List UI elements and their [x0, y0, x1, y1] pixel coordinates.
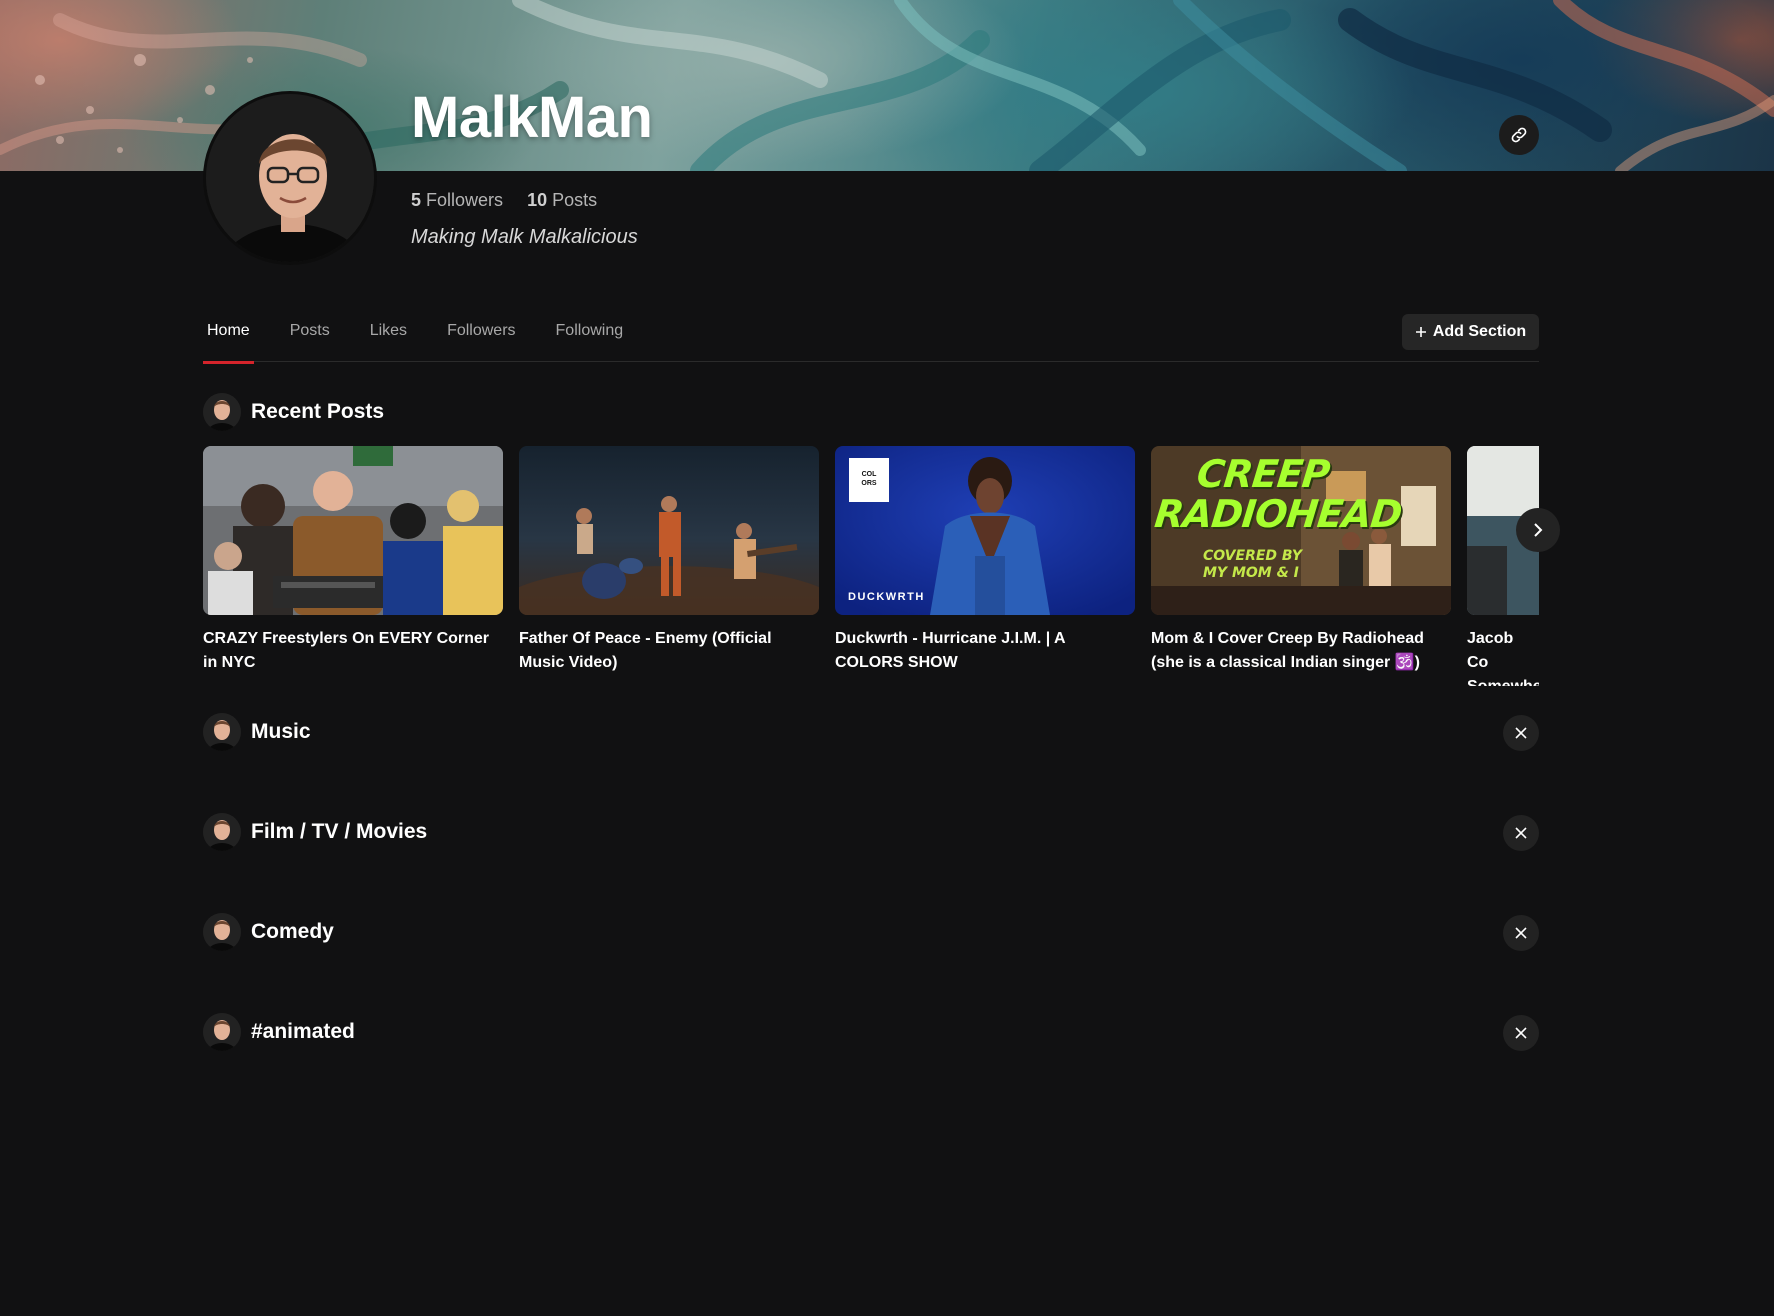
avatar-image: [206, 94, 374, 262]
section-title: Music: [251, 720, 311, 743]
post-title[interactable]: Mom & I Cover Creep By Radiohead (she is…: [1151, 627, 1451, 675]
followers-label: Followers: [426, 190, 504, 210]
tab-posts[interactable]: Posts: [286, 305, 334, 361]
thumb-title-text: CREEP RADIOHEAD: [1152, 452, 1408, 536]
add-section-label: Add Section: [1432, 323, 1527, 340]
post-card[interactable]: Jacob Co Somewhe: [1467, 446, 1539, 686]
post-title[interactable]: Jacob Co Somewhe: [1467, 627, 1539, 686]
section-header-animated: #animated: [203, 1013, 355, 1051]
section-title: #animated: [251, 1020, 355, 1043]
post-title[interactable]: CRAZY Freestylers On EVERY Corner in NYC: [203, 627, 503, 675]
post-thumbnail[interactable]: COL ORS DUCKWRTH: [835, 446, 1135, 615]
remove-section-button[interactable]: [1503, 815, 1539, 851]
profile-tabs: Home Posts Likes Followers Following: [203, 305, 1539, 364]
followers-stat[interactable]: 5 Followers: [411, 190, 503, 211]
remove-section-button[interactable]: [1503, 715, 1539, 751]
profile-avatar[interactable]: [203, 91, 377, 265]
colors-logo-text: COL ORS: [861, 471, 877, 487]
profile-bio: Making Malk Malkalicious: [411, 226, 638, 248]
followers-count: 5: [411, 190, 422, 210]
profile-stats: 5 Followers 10 Posts: [411, 190, 597, 211]
remove-section-button[interactable]: [1503, 1015, 1539, 1051]
posts-count: 10: [527, 190, 548, 210]
tab-followers[interactable]: Followers: [443, 305, 519, 361]
plus-icon: [1415, 327, 1426, 337]
section-title: Film / TV / Movies: [251, 820, 428, 843]
tab-home[interactable]: Home: [203, 305, 254, 364]
section-header-comedy: Comedy: [203, 913, 334, 951]
post-title[interactable]: Duckwrth - Hurricane J.I.M. | A COLORS S…: [835, 627, 1135, 675]
colors-logo: COL ORS: [849, 458, 889, 502]
thumb-title-line1: CREEP: [1194, 452, 1332, 496]
post-thumbnail[interactable]: [203, 446, 503, 615]
section-avatar: [203, 913, 241, 951]
copy-link-button[interactable]: [1499, 115, 1539, 155]
tab-following[interactable]: Following: [552, 305, 628, 361]
section-header-music: Music: [203, 713, 311, 751]
section-header-film: Film / TV / Movies: [203, 813, 427, 851]
post-card[interactable]: CREEP RADIOHEAD COVERED BY MY MOM & I Mo…: [1151, 446, 1451, 675]
close-icon: [1515, 927, 1527, 939]
post-thumbnail[interactable]: CREEP RADIOHEAD COVERED BY MY MOM & I: [1151, 446, 1451, 615]
post-card[interactable]: COL ORS DUCKWRTH Duckwrth - Hurricane J.…: [835, 446, 1135, 675]
post-card[interactable]: Father Of Peace - Enemy (Official Music …: [519, 446, 819, 675]
close-icon: [1515, 727, 1527, 739]
section-title: Comedy: [251, 920, 334, 943]
chevron-right-icon: [1534, 523, 1543, 537]
thumb-title-line2: RADIOHEAD: [1152, 492, 1404, 536]
tab-likes[interactable]: Likes: [366, 305, 411, 361]
posts-label: Posts: [552, 190, 598, 210]
posts-stat[interactable]: 10 Posts: [527, 190, 597, 211]
thumb-subtitle-text: COVERED BY MY MOM & I: [1203, 548, 1302, 581]
add-section-button[interactable]: Add Section: [1402, 314, 1539, 350]
post-title[interactable]: Father Of Peace - Enemy (Official Music …: [519, 627, 819, 675]
post-thumbnail[interactable]: [519, 446, 819, 615]
section-avatar: [203, 813, 241, 851]
link-icon: [1511, 127, 1527, 143]
recent-posts-header: Recent Posts: [203, 393, 384, 431]
close-icon: [1515, 827, 1527, 839]
section-avatar: [203, 393, 241, 431]
section-avatar: [203, 1013, 241, 1051]
section-avatar: [203, 713, 241, 751]
close-icon: [1515, 1027, 1527, 1039]
post-card[interactable]: CRAZY Freestylers On EVERY Corner in NYC: [203, 446, 503, 675]
recent-posts-title: Recent Posts: [251, 400, 385, 423]
remove-section-button[interactable]: [1503, 915, 1539, 951]
thumb-artist-label: DUCKWRTH: [848, 591, 925, 603]
carousel-next-button[interactable]: [1516, 508, 1560, 552]
recent-posts-carousel: CRAZY Freestylers On EVERY Corner in NYC…: [203, 446, 1539, 686]
profile-username: MalkMan: [411, 85, 653, 150]
